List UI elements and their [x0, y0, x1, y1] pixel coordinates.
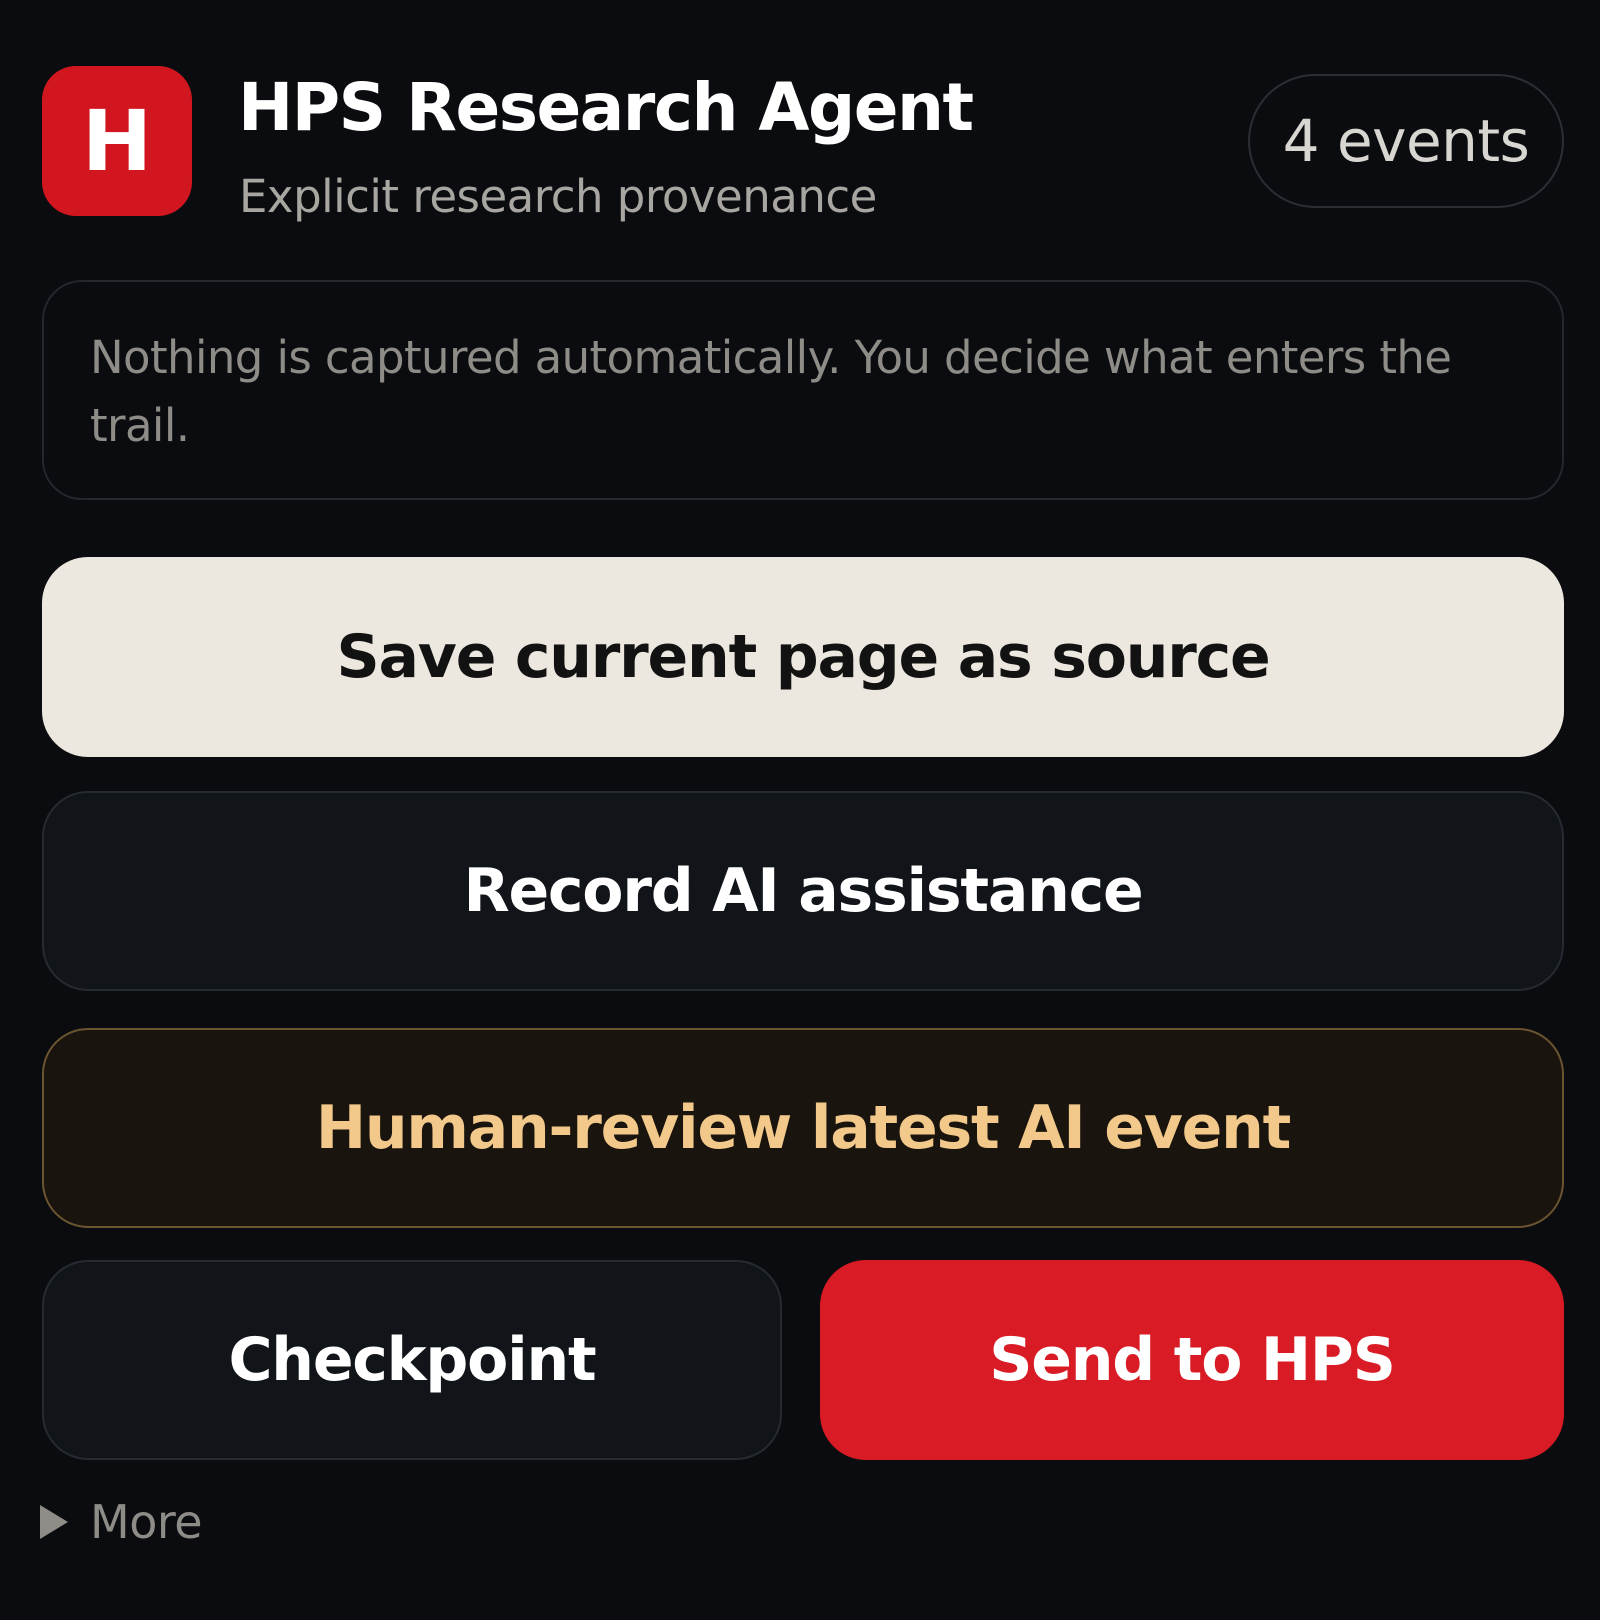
record-ai-assistance-button[interactable]: Record AI assistance [42, 791, 1564, 991]
triangle-right-icon [40, 1505, 68, 1539]
more-label: More [90, 1495, 203, 1549]
app-title: HPS Research Agent [238, 69, 974, 146]
events-count-badge: 4 events [1248, 74, 1564, 208]
panel-header: H HPS Research Agent Explicit research p… [42, 66, 1564, 223]
capture-notice: Nothing is captured automatically. You d… [42, 280, 1564, 500]
logo-letter: H [81, 92, 153, 190]
hps-logo-icon: H [42, 66, 192, 216]
action-row: Checkpoint Send to HPS [42, 1260, 1564, 1460]
app-subtitle: Explicit research provenance [239, 170, 877, 223]
more-disclosure[interactable]: More [40, 1492, 203, 1552]
send-to-hps-button[interactable]: Send to HPS [820, 1260, 1564, 1460]
checkpoint-button[interactable]: Checkpoint [42, 1260, 782, 1460]
save-source-button[interactable]: Save current page as source [42, 557, 1564, 757]
human-review-button[interactable]: Human-review latest AI event [42, 1028, 1564, 1228]
